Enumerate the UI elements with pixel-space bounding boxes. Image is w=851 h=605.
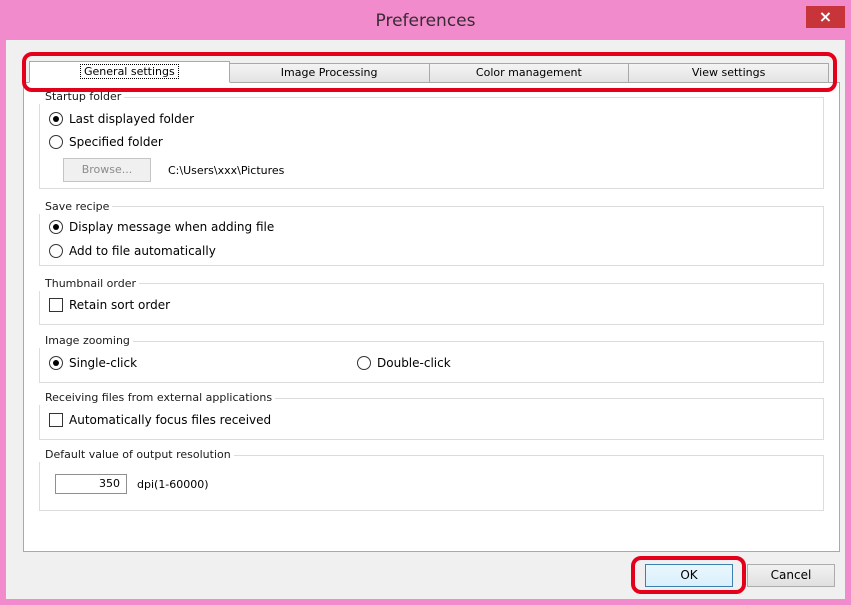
option-label: Single-click [69, 356, 138, 370]
radio-unselected [49, 244, 63, 258]
output-resolution-title: Default value of output resolution [37, 448, 234, 462]
browse-button[interactable]: Browse... [63, 158, 151, 182]
specified-folder-radio[interactable]: Specified folder [49, 134, 163, 150]
option-label: Display message when adding file [69, 220, 275, 234]
radio-selected [49, 112, 63, 126]
tab-label: General settings [80, 64, 179, 79]
option-label: Automatically focus files received [69, 413, 272, 427]
option-label: Retain sort order [69, 298, 171, 312]
option-label: Last displayed folder [69, 112, 195, 126]
retain-sort-order-checkbox[interactable]: Retain sort order [49, 297, 170, 313]
radio-selected [49, 356, 63, 370]
radio-unselected [357, 356, 371, 370]
radio-unselected [49, 135, 63, 149]
tab-image-processing[interactable]: Image Processing [229, 63, 430, 83]
add-automatically-radio[interactable]: Add to file automatically [49, 243, 216, 259]
thumbnail-order-title: Thumbnail order [37, 277, 140, 291]
tab-general-settings[interactable]: General settings [29, 61, 230, 83]
tab-color-management[interactable]: Color management [429, 63, 630, 83]
last-displayed-folder-radio[interactable]: Last displayed folder [49, 111, 194, 127]
option-label: Specified folder [69, 135, 163, 149]
receiving-files-title: Receiving files from external applicatio… [37, 391, 276, 405]
image-zooming-title: Image zooming [37, 334, 133, 348]
folder-path: C:\Users\xxx\Pictures [168, 164, 285, 177]
option-label: Add to file automatically [69, 244, 216, 258]
option-label: Double-click [377, 356, 451, 370]
radio-selected [49, 220, 63, 234]
resolution-unit: dpi(1-60000) [137, 478, 209, 491]
startup-folder-title: Startup folder [37, 90, 125, 104]
ok-button[interactable]: OK [645, 564, 733, 587]
resolution-input[interactable]: 350 [55, 474, 127, 494]
tab-view-settings[interactable]: View settings [629, 63, 829, 83]
close-button[interactable]: × [806, 6, 845, 28]
single-click-radio[interactable]: Single-click [49, 355, 137, 371]
save-recipe-title: Save recipe [37, 200, 113, 214]
tab-bar: General settings Image Processing Color … [29, 61, 829, 83]
cancel-button[interactable]: Cancel [747, 564, 835, 587]
window-title: Preferences [375, 11, 476, 31]
checkbox-unchecked [49, 298, 63, 312]
auto-focus-checkbox[interactable]: Automatically focus files received [49, 412, 271, 428]
display-message-radio[interactable]: Display message when adding file [49, 219, 274, 235]
checkbox-unchecked [49, 413, 63, 427]
title-bar: Preferences × [0, 0, 851, 40]
double-click-radio[interactable]: Double-click [357, 355, 451, 371]
